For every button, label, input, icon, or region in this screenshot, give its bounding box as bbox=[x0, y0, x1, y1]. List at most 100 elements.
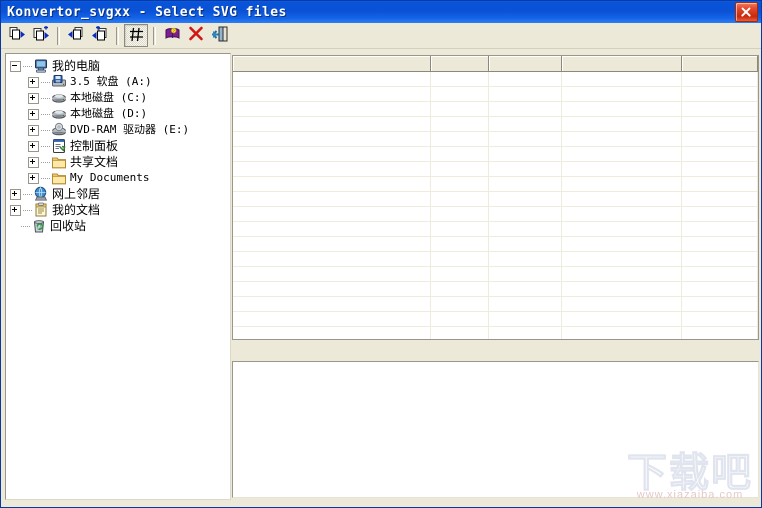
file-list-cell bbox=[682, 207, 758, 221]
file-list-cell bbox=[431, 282, 489, 296]
file-list-cell bbox=[233, 87, 431, 101]
tree-expand-icon[interactable] bbox=[10, 204, 21, 216]
tree-expand-icon[interactable] bbox=[28, 108, 39, 120]
file-list-row[interactable] bbox=[233, 327, 758, 339]
tree-expand-icon[interactable] bbox=[28, 76, 39, 88]
file-list-cell bbox=[489, 207, 562, 221]
tree-item[interactable]: 网上邻居 bbox=[10, 186, 230, 202]
copy-forward-button[interactable] bbox=[6, 25, 28, 46]
file-list-row[interactable] bbox=[233, 102, 758, 117]
file-list-row[interactable] bbox=[233, 147, 758, 162]
tree-connector bbox=[41, 145, 50, 147]
file-list-row[interactable] bbox=[233, 237, 758, 252]
tree-connector bbox=[23, 65, 32, 67]
file-list-body[interactable] bbox=[233, 72, 758, 339]
file-list-panel[interactable] bbox=[232, 55, 759, 340]
file-list-row[interactable] bbox=[233, 207, 758, 222]
remove-all-button[interactable] bbox=[89, 25, 111, 46]
file-list-cell bbox=[562, 207, 682, 221]
file-list-row[interactable] bbox=[233, 117, 758, 132]
file-list-cell bbox=[431, 222, 489, 236]
tree-item[interactable]: 控制面板 bbox=[10, 138, 230, 154]
file-list-column-header[interactable] bbox=[233, 56, 431, 71]
tree-expand-icon[interactable] bbox=[28, 124, 39, 136]
file-list-cell bbox=[489, 147, 562, 161]
tree-item-label: 网上邻居 bbox=[52, 187, 101, 201]
file-list-cell bbox=[489, 327, 562, 339]
tree-expand-icon[interactable] bbox=[28, 140, 39, 152]
file-list-row[interactable] bbox=[233, 297, 758, 312]
tree-connector bbox=[41, 177, 50, 179]
file-list-cell bbox=[562, 297, 682, 311]
file-list-cell bbox=[682, 237, 758, 251]
file-list-row[interactable] bbox=[233, 177, 758, 192]
help-button[interactable]: ? bbox=[161, 25, 183, 46]
tree-item[interactable]: DVD-RAM 驱动器 (E:) bbox=[10, 122, 230, 138]
file-list-cell bbox=[562, 192, 682, 206]
file-list-column-header[interactable] bbox=[682, 56, 758, 71]
file-list-cell bbox=[682, 222, 758, 236]
file-list-row[interactable] bbox=[233, 312, 758, 327]
file-list-row[interactable] bbox=[233, 222, 758, 237]
tree-expand-icon[interactable] bbox=[10, 188, 21, 200]
preview-panel[interactable] bbox=[232, 361, 759, 498]
file-list-column-header[interactable] bbox=[489, 56, 562, 71]
tree-expand-icon[interactable] bbox=[28, 172, 39, 184]
floppy-drive-icon bbox=[51, 74, 67, 90]
file-list-cell bbox=[682, 117, 758, 131]
tree-item[interactable]: 我的文档 bbox=[10, 202, 230, 218]
title-bar[interactable]: Konvertor_svgxx - Select SVG files bbox=[1, 1, 761, 23]
tree-item[interactable]: 我的电脑 bbox=[10, 58, 230, 74]
file-list-row[interactable] bbox=[233, 267, 758, 282]
tree-expand-icon[interactable] bbox=[28, 92, 39, 104]
file-list-row[interactable] bbox=[233, 162, 758, 177]
tree-item[interactable]: 3.5 软盘 (A:) bbox=[10, 74, 230, 90]
file-list-cell bbox=[233, 177, 431, 191]
grid-toggle-button[interactable] bbox=[124, 24, 148, 47]
file-list-cell bbox=[682, 252, 758, 266]
tree-item-label: 共享文档 bbox=[70, 155, 119, 169]
tree-item[interactable]: 共享文档 bbox=[10, 154, 230, 170]
tree-connector bbox=[41, 129, 50, 131]
tree-item-label: 本地磁盘 (D:) bbox=[70, 107, 148, 120]
exit-button[interactable] bbox=[209, 25, 231, 46]
delete-button[interactable] bbox=[185, 25, 207, 46]
folder-tree-panel[interactable]: 我的电脑 3.5 软盘 (A:) 本地磁盘 (C:) 本地磁盘 (D:) DVD-RAM… bbox=[5, 53, 231, 500]
file-list-cell bbox=[233, 117, 431, 131]
file-list-row[interactable] bbox=[233, 192, 758, 207]
file-list-row[interactable] bbox=[233, 87, 758, 102]
remove-back-button[interactable] bbox=[65, 25, 87, 46]
tree-item-label: My Documents bbox=[70, 171, 150, 184]
file-list-cell bbox=[431, 162, 489, 176]
file-list-cell bbox=[489, 102, 562, 116]
file-list-column-header[interactable] bbox=[562, 56, 682, 71]
file-list-row[interactable] bbox=[233, 72, 758, 87]
file-list-cell bbox=[562, 132, 682, 146]
file-list-cell bbox=[489, 117, 562, 131]
file-list-cell bbox=[489, 177, 562, 191]
tree-collapse-icon[interactable] bbox=[10, 60, 21, 72]
tree-item[interactable]: 本地磁盘 (C:) bbox=[10, 90, 230, 106]
file-list-column-header[interactable] bbox=[431, 56, 489, 71]
copy-add-button[interactable] bbox=[30, 25, 52, 46]
file-list-cell bbox=[562, 312, 682, 326]
file-list-cell bbox=[489, 222, 562, 236]
tree-item[interactable]: My Documents bbox=[10, 170, 230, 186]
horizontal-splitter[interactable] bbox=[232, 342, 759, 360]
file-list-cell bbox=[562, 162, 682, 176]
application-window: Konvertor_svgxx - Select SVG files ? 我的电… bbox=[0, 0, 762, 508]
red-x-icon bbox=[188, 26, 204, 45]
tree-expand-icon[interactable] bbox=[28, 156, 39, 168]
close-button[interactable] bbox=[735, 2, 758, 22]
file-list-cell bbox=[233, 72, 431, 86]
tree-item[interactable]: 本地磁盘 (D:) bbox=[10, 106, 230, 122]
file-list-row[interactable] bbox=[233, 252, 758, 267]
tree-item-label: 我的文档 bbox=[52, 203, 101, 217]
file-list-cell bbox=[233, 192, 431, 206]
file-list-row[interactable] bbox=[233, 132, 758, 147]
file-list-cell bbox=[682, 192, 758, 206]
tree-item[interactable]: 回收站 bbox=[10, 218, 230, 234]
file-list-cell bbox=[431, 327, 489, 339]
file-list-row[interactable] bbox=[233, 282, 758, 297]
tree-connector bbox=[41, 81, 50, 83]
